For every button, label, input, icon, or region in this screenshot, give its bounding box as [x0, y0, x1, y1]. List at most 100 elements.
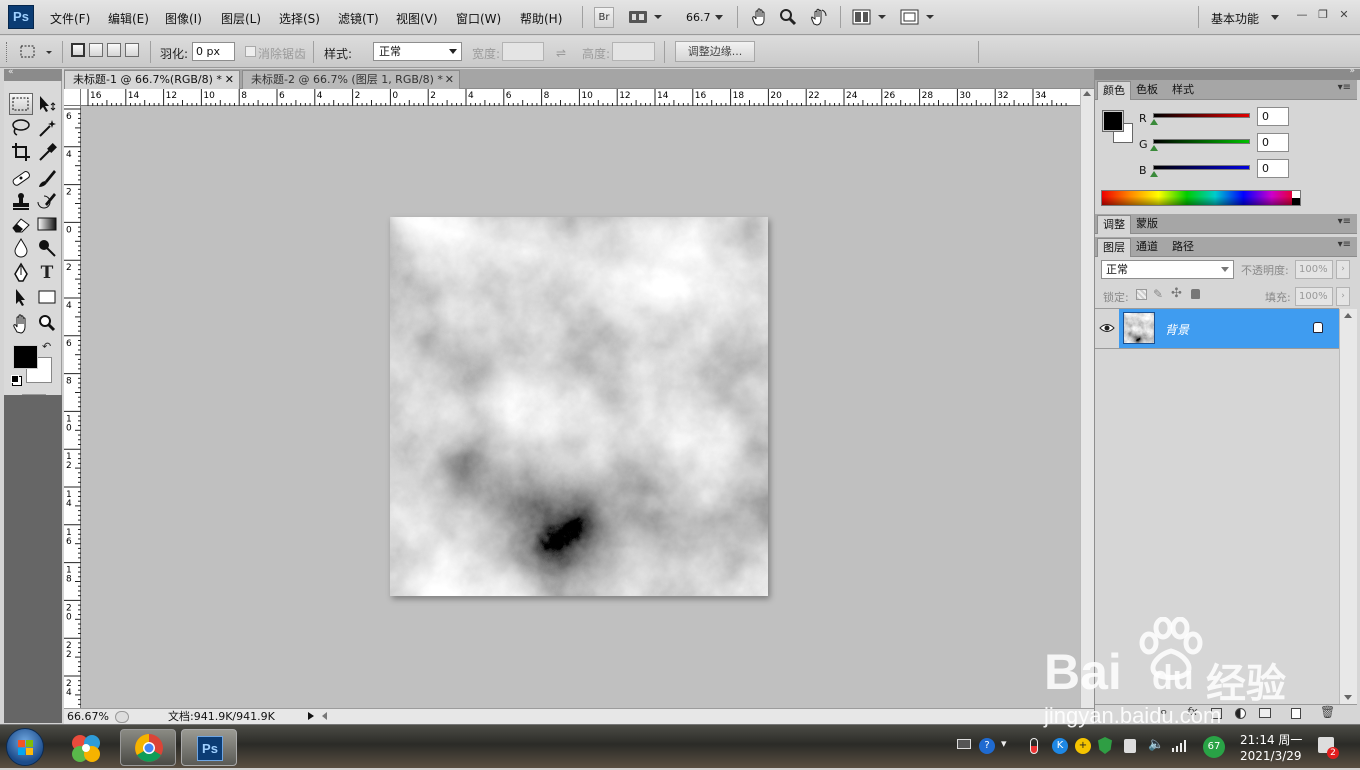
- tray-expand-icon[interactable]: ▾: [1001, 737, 1007, 750]
- layer-row[interactable]: 背景: [1095, 309, 1339, 349]
- fill-input[interactable]: 100%: [1295, 287, 1333, 306]
- panel-menu-icon[interactable]: ▾≡: [1338, 239, 1351, 250]
- menu-window[interactable]: 窗口(W): [456, 10, 501, 27]
- status-info-icon[interactable]: [115, 711, 129, 723]
- expand-panels-icon[interactable]: »: [1349, 66, 1355, 76]
- default-colors-icon[interactable]: [11, 375, 19, 383]
- pen-icon[interactable]: [9, 262, 33, 284]
- taskbar-app-pinwheel[interactable]: [60, 729, 116, 766]
- swap-dimensions-icon[interactable]: ⇌: [556, 46, 566, 60]
- layer-name[interactable]: 背景: [1165, 321, 1189, 338]
- workspace-switcher[interactable]: 基本功能: [1211, 10, 1259, 27]
- new-layer-icon[interactable]: [1291, 708, 1301, 719]
- menu-view[interactable]: 视图(V): [396, 10, 438, 27]
- eraser-icon[interactable]: [9, 213, 33, 235]
- foreground-swatch[interactable]: [1102, 110, 1124, 132]
- taskbar-app-photoshop[interactable]: Ps: [181, 729, 237, 766]
- move-tool-icon[interactable]: [35, 93, 59, 115]
- hand-icon[interactable]: [9, 312, 33, 334]
- rectangular-marquee-icon[interactable]: [9, 93, 33, 115]
- zoom-dropdown-icon[interactable]: [715, 15, 723, 20]
- scroll-down-icon[interactable]: [1344, 695, 1352, 700]
- height-input[interactable]: [612, 42, 655, 61]
- blend-mode-select[interactable]: 正常: [1101, 260, 1234, 279]
- panel-menu-icon[interactable]: ▾≡: [1338, 82, 1351, 93]
- taskbar-app-chrome[interactable]: [120, 729, 176, 766]
- dodge-icon[interactable]: [35, 236, 59, 258]
- marquee-preset-icon[interactable]: [18, 43, 56, 61]
- subtract-from-selection-icon[interactable]: [107, 43, 121, 57]
- path-selection-icon[interactable]: [9, 286, 33, 308]
- width-input[interactable]: [502, 42, 544, 61]
- tab-masks[interactable]: 蒙版: [1131, 215, 1163, 234]
- scroll-left-icon[interactable]: [322, 712, 327, 720]
- fill-slider-icon[interactable]: ›: [1336, 287, 1350, 306]
- tab-styles[interactable]: 样式: [1167, 81, 1199, 100]
- close-tab-icon[interactable]: ✕: [225, 71, 234, 89]
- menu-file[interactable]: 文件(F): [50, 10, 90, 27]
- lock-transparency-icon[interactable]: [1136, 289, 1147, 300]
- speed-badge[interactable]: 67: [1203, 736, 1225, 758]
- clock-date[interactable]: 2021/3/29: [1240, 749, 1302, 763]
- menu-help[interactable]: 帮助(H): [520, 10, 562, 27]
- options-grip[interactable]: [6, 42, 8, 62]
- collapse-icon[interactable]: «: [8, 67, 14, 77]
- tab-document-2[interactable]: 未标题-2 @ 66.7% (图层 1, RGB/8) * ✕: [242, 70, 460, 89]
- tab-adjustments[interactable]: 调整: [1097, 215, 1131, 234]
- new-group-icon[interactable]: [1259, 708, 1271, 718]
- layers-scrollbar[interactable]: [1339, 309, 1357, 704]
- blur-drop-icon[interactable]: [9, 236, 33, 258]
- lock-position-icon[interactable]: ✣: [1171, 286, 1182, 301]
- tab-color[interactable]: 颜色: [1097, 81, 1131, 100]
- eyedropper-icon[interactable]: [35, 141, 59, 163]
- minimize-icon[interactable]: —: [1294, 8, 1310, 22]
- tab-swatches[interactable]: 色板: [1131, 81, 1163, 100]
- clock-time[interactable]: 21:14 周一: [1240, 731, 1302, 748]
- help-icon[interactable]: ?: [979, 738, 995, 754]
- link-layers-icon[interactable]: ⚭: [1159, 706, 1168, 719]
- notification-count[interactable]: 2: [1327, 747, 1339, 759]
- adjustment-layer-icon[interactable]: [1235, 708, 1246, 719]
- menu-select[interactable]: 选择(S): [279, 10, 320, 27]
- refine-edge-button[interactable]: 调整边缘...: [675, 41, 755, 62]
- network-icon[interactable]: [1172, 739, 1188, 752]
- arrange-documents-icon[interactable]: [852, 9, 888, 25]
- film-strip-icon[interactable]: [628, 9, 664, 25]
- lasso-icon[interactable]: [9, 117, 33, 139]
- zoom-icon[interactable]: [35, 312, 59, 334]
- new-selection-icon[interactable]: [71, 43, 85, 57]
- hand-tool-icon[interactable]: [750, 8, 770, 26]
- r-value-input[interactable]: 0: [1257, 107, 1289, 126]
- workspace-dropdown-icon[interactable]: [1271, 15, 1279, 20]
- brush-icon[interactable]: [35, 167, 59, 189]
- panel-menu-icon[interactable]: ▾≡: [1338, 216, 1351, 227]
- g-slider-thumb-icon[interactable]: [1150, 145, 1158, 151]
- status-menu-icon[interactable]: [308, 712, 314, 720]
- tab-document-1[interactable]: 未标题-1 @ 66.7%(RGB/8) * ✕: [64, 70, 240, 89]
- ruler-origin[interactable]: [64, 89, 81, 106]
- history-brush-icon[interactable]: [35, 190, 59, 212]
- b-slider-thumb-icon[interactable]: [1150, 171, 1158, 177]
- g-value-input[interactable]: 0: [1257, 133, 1289, 152]
- b-value-input[interactable]: 0: [1257, 159, 1289, 178]
- visibility-eye-icon[interactable]: [1099, 321, 1115, 335]
- opacity-slider-icon[interactable]: ›: [1336, 260, 1350, 279]
- b-slider[interactable]: [1153, 165, 1250, 170]
- shield-icon[interactable]: [1098, 737, 1112, 754]
- tools-header[interactable]: «: [4, 67, 62, 81]
- close-icon[interactable]: ✕: [1336, 8, 1352, 22]
- zoom-tool-icon[interactable]: [779, 8, 797, 26]
- tab-layers[interactable]: 图层: [1097, 238, 1131, 257]
- opacity-input[interactable]: 100%: [1295, 260, 1333, 279]
- lock-all-icon[interactable]: [1191, 289, 1200, 299]
- rotate-view-icon[interactable]: [808, 8, 828, 26]
- add-mask-icon[interactable]: [1211, 708, 1222, 719]
- scroll-up-icon[interactable]: [1083, 91, 1091, 96]
- thermometer-icon[interactable]: [1030, 738, 1038, 754]
- status-zoom[interactable]: 66.67%: [67, 710, 109, 724]
- r-slider-thumb-icon[interactable]: [1150, 119, 1158, 125]
- intersect-selection-icon[interactable]: [125, 43, 139, 57]
- panel-dock-header[interactable]: »: [1095, 66, 1360, 80]
- start-button[interactable]: [6, 728, 44, 766]
- type-tool-icon[interactable]: T: [35, 262, 59, 284]
